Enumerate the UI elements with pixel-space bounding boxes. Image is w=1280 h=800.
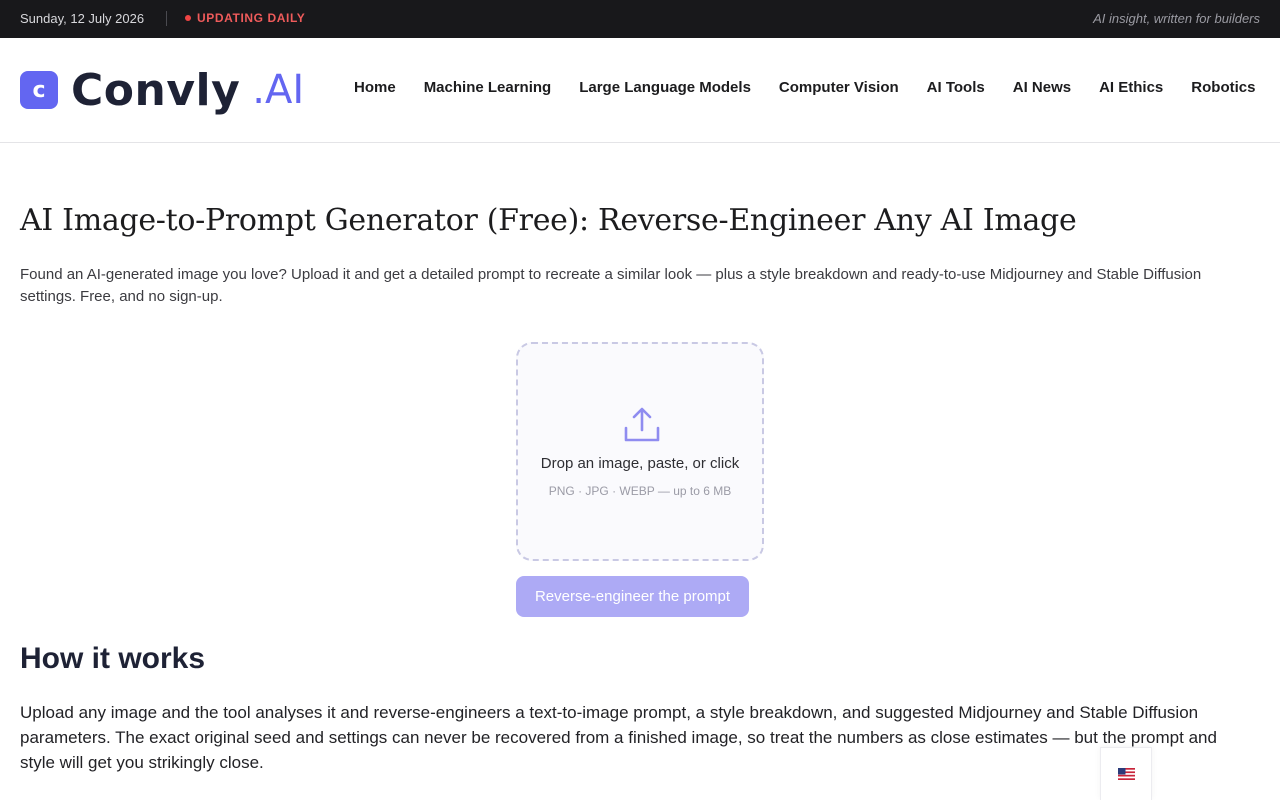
logo-name: Convly	[71, 64, 241, 116]
dropzone-title: Drop an image, paste, or click	[540, 455, 740, 472]
live-label: UPDATING DAILY	[197, 11, 306, 25]
site-tagline: AI insight, written for builders	[1093, 11, 1260, 26]
upload-icon	[624, 407, 660, 442]
nav-item-large-language-models[interactable]: Large Language Models	[579, 79, 751, 96]
logo-mark-icon: c	[20, 71, 58, 109]
nav-item-ai-tools[interactable]: AI Tools	[927, 79, 985, 96]
current-date: Sunday, 12 July 2026	[20, 11, 145, 26]
page-title: AI Image-to-Prompt Generator (Free): Rev…	[20, 203, 1077, 238]
how-it-works-body: Upload any image and the tool analyses i…	[20, 703, 1217, 772]
top-bar-divider	[166, 11, 167, 26]
live-indicator: UPDATING DAILY	[185, 11, 305, 25]
nav-item-robotics[interactable]: Robotics	[1191, 79, 1255, 96]
nav-item-ai-news[interactable]: AI News	[1013, 79, 1071, 96]
main-nav: Home Machine Learning Large Language Mod…	[354, 79, 1280, 96]
logo-suffix: .AI	[252, 67, 305, 113]
how-it-works-heading: How it works	[20, 642, 206, 675]
live-dot-icon	[185, 15, 191, 21]
nav-item-ai-ethics[interactable]: AI Ethics	[1099, 79, 1163, 96]
nav-item-machine-learning[interactable]: Machine Learning	[424, 79, 552, 96]
page-intro: Found an AI-generated image you love? Up…	[20, 266, 1202, 305]
dropzone-formats: PNG · JPG · WEBP — up to 6 MB	[548, 484, 732, 498]
top-bar: Sunday, 12 July 2026 UPDATING DAILY AI i…	[0, 0, 1280, 38]
image-dropzone[interactable]: Drop an image, paste, or click PNG · JPG…	[516, 342, 764, 561]
nav-item-computer-vision[interactable]: Computer Vision	[779, 79, 899, 96]
site-header: c Convly .AI Home Machine Learning Large…	[0, 38, 1280, 143]
nav-item-home[interactable]: Home	[354, 79, 396, 96]
site-logo[interactable]: c Convly .AI	[20, 60, 304, 120]
us-flag-icon	[1118, 768, 1135, 780]
language-switcher[interactable]	[1100, 747, 1152, 800]
reverse-engineer-button[interactable]: Reverse-engineer the prompt	[516, 576, 749, 617]
